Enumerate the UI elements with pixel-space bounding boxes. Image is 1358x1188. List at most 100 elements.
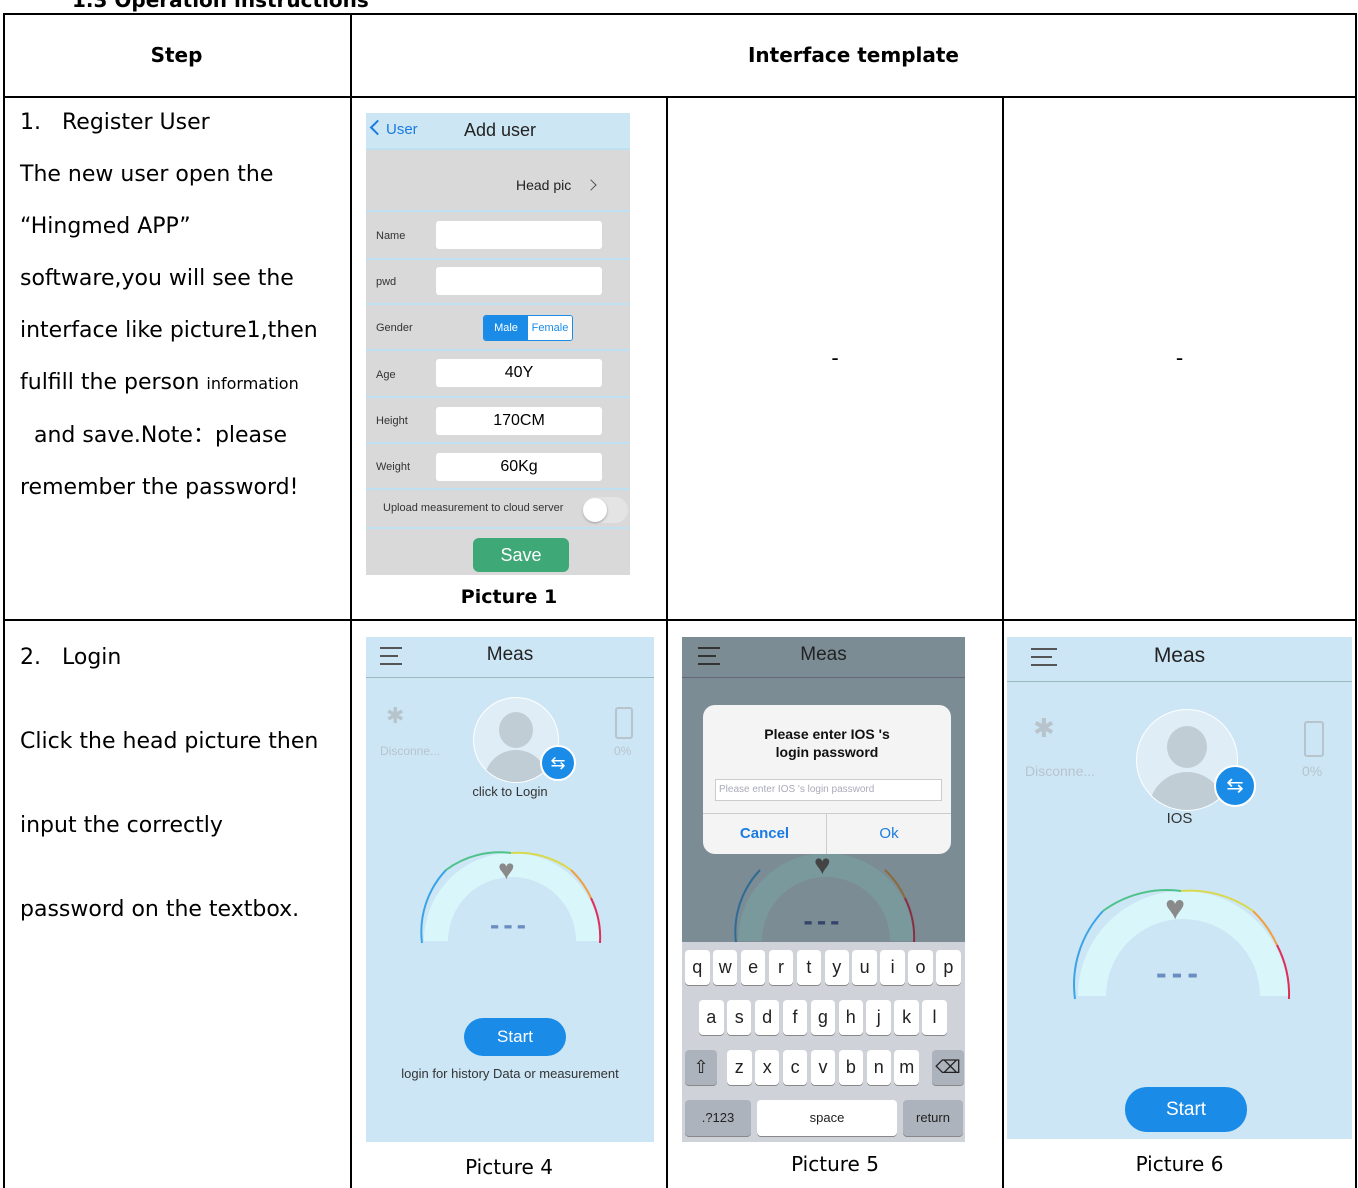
heart-icon: ♥ [498,854,515,885]
return-key[interactable]: return [903,1100,963,1136]
table-col-divider-3 [1002,97,1004,1188]
save-button[interactable]: Save [473,538,569,572]
keyboard: qwertyuiop asdfghjkl zxcvbnm ⇧ ⌫ .?123 s… [682,942,965,1142]
nav-title: Meas [486,644,534,665]
key-j[interactable]: j [866,1000,891,1035]
nav-title: Meas [1153,644,1206,667]
age-field[interactable]: 40Y [436,359,602,387]
key-u[interactable]: u [852,950,877,985]
key-x[interactable]: x [754,1050,780,1085]
measurement-value: --- [490,909,530,940]
key-n[interactable]: n [866,1050,892,1085]
password-field[interactable] [436,267,602,295]
login-prompt[interactable]: click to Login [366,784,654,799]
key-h[interactable]: h [838,1000,864,1035]
name-label: Name [376,230,406,242]
table-col-divider-2 [666,97,668,1188]
key-t[interactable]: t [796,950,822,985]
key-b[interactable]: b [838,1050,864,1085]
nav-title: Add user [464,120,537,140]
swap-user-icon[interactable]: ⇆ [1214,765,1256,807]
login-hint: login for history Data or measurement [401,1066,619,1081]
chevron-left-icon [369,119,386,136]
step1-line: “Hingmed APP” [20,214,191,239]
caption-picture-5: Picture 5 [791,1152,879,1176]
key-a[interactable]: a [699,1000,724,1035]
step1-line: software,you will see the [20,266,294,291]
bluetooth-icon: ✱ [1033,713,1055,743]
upload-toggle[interactable] [582,497,628,523]
key-c[interactable]: c [782,1050,808,1085]
key-w[interactable]: w [712,950,738,985]
gender-segmented-control[interactable]: Male Female [483,315,573,341]
phone-screenshot-add-user: User Add user Head pic Name pwd Gender M… [366,113,630,575]
phone-screenshot-meas-logged-in: Meas ✱ Disconne... 0% ⇆ IOS ♥ --- Start [1007,637,1352,1139]
step2-description: 2. Login Click the head picture then inp… [20,645,345,981]
cancel-button[interactable]: Cancel [703,813,826,854]
shift-key[interactable]: ⇧ [685,1050,717,1085]
key-q[interactable]: q [685,950,710,985]
key-i[interactable]: i [880,950,905,985]
phone-screenshot-meas-login: Meas ✱ Disconne... 0% ⇆ click to Login ♥… [366,637,654,1142]
header-interface-template: Interface template [747,43,959,67]
key-l[interactable]: l [922,1000,947,1035]
key-p[interactable]: p [936,950,961,985]
measurement-value: --- [803,905,844,936]
key-v[interactable]: v [810,1050,836,1085]
key-s[interactable]: s [726,1000,752,1035]
name-field[interactable] [436,221,602,249]
bluetooth-icon: ✱ [386,703,405,728]
step2-line: Click the head picture then [20,729,319,754]
empty-cell-dash: - [831,345,839,370]
table-border-left [3,13,5,1188]
head-pic-row[interactable]: Head pic [516,177,597,193]
username: IOS [1166,810,1193,827]
key-d[interactable]: d [754,1000,780,1035]
key-z[interactable]: z [727,1050,752,1085]
height-label: Height [376,415,408,427]
step2-line: password on the textbox. [20,897,300,922]
table-border-right [1355,13,1357,1188]
key-m[interactable]: m [894,1050,919,1085]
backspace-key[interactable]: ⌫ [932,1050,964,1085]
caption-picture-1: Picture 1 [460,586,558,608]
step1-description: 1. Register User The new user open the “… [20,97,345,514]
nav-title: Meas [800,644,847,665]
key-k[interactable]: k [894,1000,919,1035]
numbers-key[interactable]: .?123 [685,1100,751,1136]
step1-line: remember the password! [20,475,299,500]
start-button[interactable]: Start [464,1018,566,1056]
age-label: Age [376,369,396,381]
battery-icon [615,707,633,739]
step1-line: fulfill the person information [20,370,299,395]
upload-label: Upload measurement to cloud server [383,502,564,514]
back-button[interactable]: User [369,119,418,138]
step1-line: and save.Note：please [20,423,288,448]
key-o[interactable]: o [908,950,933,985]
measurement-value: --- [1156,955,1203,991]
weight-label: Weight [376,461,411,473]
header-step: Step [150,43,203,67]
key-y[interactable]: y [824,950,850,985]
key-g[interactable]: g [810,1000,836,1035]
height-field[interactable]: 170CM [436,407,602,435]
password-input[interactable]: Please enter IOS 's login password [715,779,942,801]
caption-picture-6: Picture 6 [1135,1152,1224,1176]
start-button[interactable]: Start [1125,1087,1247,1132]
key-f[interactable]: f [782,1000,808,1035]
weight-field[interactable]: 60Kg [436,453,602,481]
step2-heading: 2. Login [20,645,122,670]
gender-female-option[interactable]: Female [528,316,572,340]
bluetooth-status: Disconne... [1025,763,1096,779]
nav-divider [682,677,965,678]
table-border-row1 [3,619,1357,621]
space-key[interactable]: space [757,1100,897,1136]
phone-screenshot-password-dialog: Meas ♥ --- Please enter IOS 's login pas… [682,637,965,1142]
nav-divider [1007,681,1352,682]
pwd-label: pwd [376,276,397,288]
ok-button[interactable]: Ok [827,813,951,854]
swap-user-icon[interactable]: ⇆ [540,745,576,781]
key-e[interactable]: e [740,950,766,985]
key-r[interactable]: r [768,950,794,985]
gender-male-option[interactable]: Male [484,316,528,340]
